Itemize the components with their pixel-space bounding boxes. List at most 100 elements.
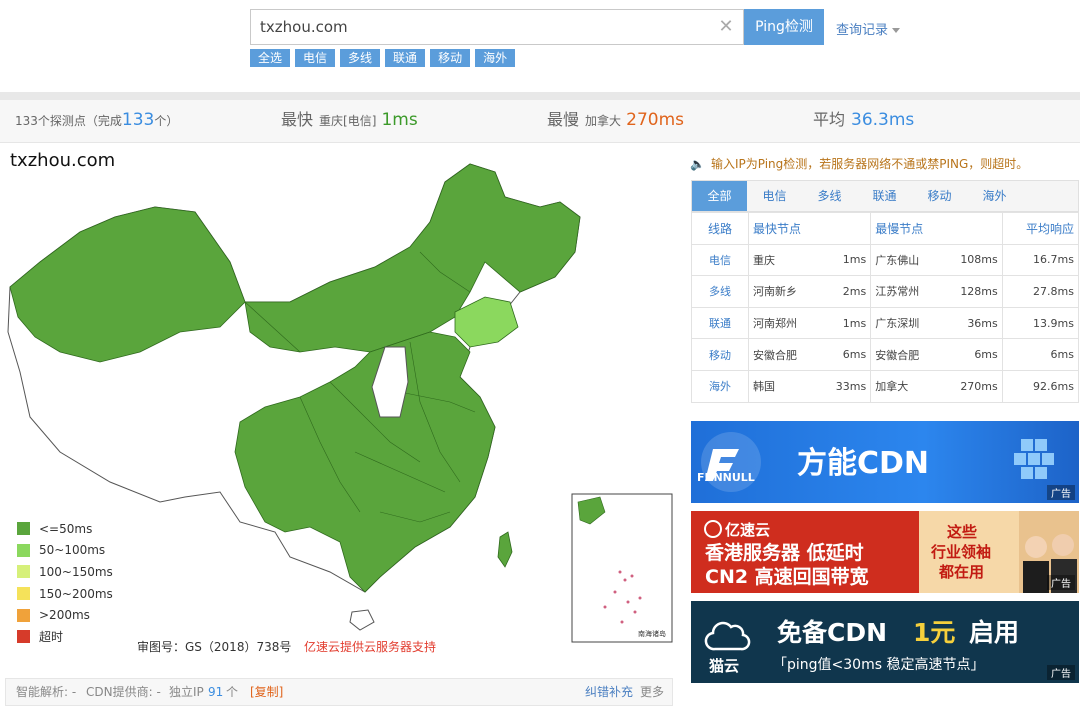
stat-slowest: 最慢 加拿大 270ms [547, 100, 684, 143]
tab-overseas[interactable]: 海外 [967, 181, 1022, 211]
line-tabs: 全部 电信 多线 联通 移动 海外 [691, 180, 1079, 212]
row-slow-node: 江苏常州 [870, 275, 941, 308]
tab-telecom[interactable]: 电信 [747, 181, 802, 211]
cloud-cat-icon [704, 621, 751, 651]
ad2-line1: 香港服务器 低延时 [704, 541, 864, 564]
ad-banner-funnull[interactable]: FUNNULL 方能CDN 广告 [691, 421, 1079, 503]
legend-swatch [17, 587, 30, 601]
legend-label: 50~100ms [39, 543, 106, 558]
ip-count: 91 [208, 685, 224, 699]
search-input[interactable] [260, 18, 700, 36]
ad-banner-yisu[interactable]: 亿速云 香港服务器 低延时 CN2 高速回国带宽 这些 行业领袖 都在用 广告 [691, 511, 1079, 593]
cdn-info: CDN提供商: - [86, 685, 161, 699]
table-header-row: 线路 最快节点 最慢节点 平均响应 [691, 212, 1080, 245]
row-fast-ms: 1ms [818, 243, 872, 277]
report-error-link[interactable]: 纠错补充 [585, 679, 633, 705]
row-fast-node: 河南新乡 [747, 275, 819, 308]
ip-label: 独立IP [169, 685, 204, 699]
row-slow-node: 广东佛山 [870, 243, 941, 277]
filter-overseas[interactable]: 海外 [475, 49, 516, 67]
legend-item: 100~150ms [17, 561, 113, 583]
ad-tag: 广告 [1047, 575, 1075, 590]
filter-multiline[interactable]: 多线 [340, 49, 381, 67]
legend-swatch [17, 630, 30, 644]
history-dropdown[interactable]: 查询记录 [836, 19, 901, 38]
map-region-hainan [349, 609, 375, 631]
tab-mobile[interactable]: 移动 [912, 181, 967, 211]
row-fast-node: 安徽合肥 [747, 338, 819, 371]
legend-label: <=50ms [39, 521, 93, 536]
row-line[interactable]: 海外 [691, 369, 749, 403]
row-fast-ms: 1ms [818, 306, 872, 340]
row-line[interactable]: 电信 [691, 243, 749, 277]
tab-unicom[interactable]: 联通 [857, 181, 912, 211]
ad3-title-a: 免备CDN [777, 618, 887, 647]
filter-all[interactable]: 全选 [250, 49, 291, 67]
yisu-logo-icon [704, 520, 722, 538]
ad-banner-maoyun[interactable]: 猫云 免备CDN 1元 启用 「ping值<30ms 稳定高速节点」 广告 [691, 601, 1079, 683]
row-average: 13.9ms [1001, 306, 1080, 340]
search-box[interactable]: ✕ [250, 9, 744, 45]
ad3-brand: 猫云 [709, 657, 739, 675]
legend-item: 150~200ms [17, 583, 113, 605]
ping-button[interactable]: Ping检测 [744, 9, 824, 45]
ad2-graphic: 亿速云 香港服务器 低延时 CN2 高速回国带宽 这些 行业领袖 都在用 [704, 511, 1079, 593]
row-line[interactable]: 移动 [691, 338, 749, 371]
speaker-icon: 🔈 [690, 157, 705, 171]
ad2-side1: 这些 [947, 523, 977, 541]
more-link[interactable]: 更多 [640, 679, 664, 705]
row-slow-node: 安徽合肥 [870, 338, 941, 371]
row-fast-node: 河南郑州 [747, 306, 819, 340]
row-slow-node: 广东深圳 [870, 306, 941, 340]
table-row: 电信 重庆 1ms 广东佛山 108ms 16.7ms [691, 243, 1080, 277]
row-slow-ms: 36ms [940, 306, 1003, 340]
row-line[interactable]: 联通 [691, 306, 749, 340]
row-line[interactable]: 多线 [691, 275, 749, 308]
ad3-title-b: 1元 [913, 618, 955, 647]
table-row: 移动 安徽合肥 6ms 安徽合肥 6ms 6ms [691, 338, 1080, 371]
copy-link[interactable]: [复制] [250, 679, 283, 705]
slowest-value: 270ms [626, 110, 684, 130]
clear-icon[interactable]: ✕ [717, 18, 735, 36]
ad2-side2: 行业领袖 [930, 543, 991, 561]
row-average: 16.7ms [1001, 243, 1080, 277]
legend-swatch [17, 543, 30, 557]
filter-mobile[interactable]: 移动 [430, 49, 471, 67]
row-slow-node: 加拿大 [870, 369, 941, 403]
fastest-value: 1ms [381, 110, 418, 130]
stats-bar: 133个探测点（完成133个） 最快 重庆[电信] 1ms 最慢 加拿大 270ms… [0, 100, 1080, 143]
ad3-graphic: 猫云 免备CDN 1元 启用 「ping值<30ms 稳定高速节点」 [704, 618, 1019, 675]
row-average: 92.6ms [1001, 369, 1080, 403]
table-row: 多线 河南新乡 2ms 江苏常州 128ms 27.8ms [691, 275, 1080, 308]
probe-count: 133个探测点（完成133个） [15, 100, 178, 143]
stat-fastest: 最快 重庆[电信] 1ms [281, 100, 418, 143]
map-legend: <=50ms 50~100ms 100~150ms 150~200ms >200… [17, 518, 113, 648]
legend-label: 超时 [39, 630, 64, 645]
divider [0, 92, 1080, 100]
row-slow-ms: 108ms [940, 243, 1003, 277]
tab-multiline[interactable]: 多线 [802, 181, 857, 211]
table-row: 联通 河南郑州 1ms 广东深圳 36ms 13.9ms [691, 306, 1080, 340]
row-fast-ms: 2ms [818, 275, 872, 308]
ad1-brand: FUNNULL [697, 471, 755, 484]
filter-unicom[interactable]: 联通 [385, 49, 426, 67]
filter-telecom[interactable]: 电信 [295, 49, 336, 67]
chevron-down-icon [892, 28, 901, 33]
count-value: 133 [121, 110, 155, 130]
fastest-node: 重庆[电信] [319, 114, 377, 128]
search-area: ✕ Ping检测 查询记录 全选 电信 多线 联通 移动 海外 [0, 0, 1080, 92]
slowest-node: 加拿大 [585, 114, 622, 128]
tab-all[interactable]: 全部 [692, 181, 747, 211]
map-inset-label: 南海诸岛 [638, 629, 666, 638]
fastest-label: 最快 [281, 110, 314, 129]
row-fast-node: 韩国 [747, 369, 819, 403]
map-sponsor-link[interactable]: 亿速云提供云服务器支持 [304, 638, 436, 655]
ad1-title: 方能CDN [797, 446, 929, 481]
cube-icon [1014, 439, 1054, 479]
ping-tip: 🔈 输入IP为Ping检测，若服务器网络不通或禁PING，则超时。 [690, 155, 1028, 172]
dns-info: 智能解析: - [16, 685, 77, 699]
legend-item: >200ms [17, 604, 113, 626]
legend-swatch [17, 522, 30, 536]
average-value: 36.3ms [851, 110, 915, 130]
ip-unit: 个 [226, 685, 239, 699]
